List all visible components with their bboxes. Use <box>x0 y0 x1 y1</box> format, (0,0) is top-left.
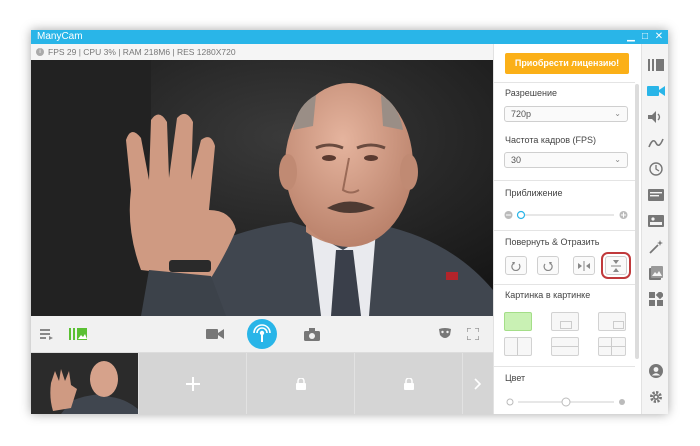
resolution-value: 720p <box>511 109 532 119</box>
flip-horizontal-icon <box>578 260 590 271</box>
rotate-right-button[interactable] <box>537 256 559 275</box>
flip-vertical-button[interactable] <box>601 252 631 279</box>
sources-strip <box>31 353 493 414</box>
chevron-down-icon: ⌄ <box>614 155 621 164</box>
rotate-right-icon <box>543 261 553 271</box>
fps-label: Частота кадров (FPS) <box>505 135 597 145</box>
video-tool-icon[interactable] <box>642 78 668 104</box>
pip-layout-corner[interactable] <box>598 312 626 331</box>
status-text: FPS 29 | CPU 3% | RAM 218M6 | RES 1280X7… <box>48 47 236 57</box>
pip-layout-split-horizontal[interactable] <box>551 337 579 356</box>
add-source-slot[interactable] <box>139 353 246 414</box>
fps-value: 30 <box>511 155 522 165</box>
locked-source-slot[interactable] <box>247 353 354 414</box>
source-thumbnail-active[interactable] <box>31 353 138 414</box>
flip-vertical-icon <box>611 259 621 272</box>
account-icon[interactable] <box>642 358 668 384</box>
effects-wand-icon[interactable] <box>642 234 668 260</box>
lock-icon <box>295 377 306 390</box>
widgets-tool-icon[interactable] <box>642 286 668 312</box>
close-button[interactable]: ✕ <box>652 30 666 44</box>
flip-horizontal-button[interactable] <box>573 256 595 275</box>
rotate-flip-label: Повернуть & Отразить <box>505 237 600 247</box>
masks-icon[interactable] <box>435 316 455 352</box>
color-label: Цвет <box>505 373 526 383</box>
presets-icon[interactable] <box>67 316 89 352</box>
resolution-label: Разрешение <box>505 88 557 98</box>
panel-scrollbar[interactable] <box>635 84 639 359</box>
zoom-label: Приближение <box>505 188 563 198</box>
resolution-select[interactable]: 720p ⌄ <box>504 106 628 122</box>
maximize-button[interactable]: □ <box>638 30 652 44</box>
pip-layout-full[interactable] <box>504 312 532 331</box>
playlist-icon[interactable] <box>38 316 56 352</box>
audio-tool-icon[interactable] <box>642 104 668 130</box>
manycam-window: ManyCam ▁ □ ✕ i FPS 29 | CPU 3% | RAM 21… <box>31 30 668 414</box>
info-icon: i <box>36 48 44 56</box>
chevron-down-icon: ⌄ <box>614 109 621 118</box>
zoom-slider[interactable] <box>504 208 628 220</box>
broadcast-button[interactable] <box>247 316 277 352</box>
control-bar <box>31 316 493 353</box>
window-title: ManyCam <box>37 31 83 42</box>
title-bar: ManyCam ▁ □ ✕ <box>31 30 668 44</box>
text-overlay-tool-icon[interactable] <box>642 182 668 208</box>
next-sources-chevron-icon[interactable] <box>463 353 493 414</box>
gear-icon[interactable] <box>642 384 668 410</box>
drawing-tool-icon[interactable] <box>642 130 668 156</box>
buy-license-button[interactable]: Приобрести лицензию! <box>505 53 629 74</box>
locked-source-slot[interactable] <box>355 353 462 414</box>
rotate-left-icon <box>511 261 521 271</box>
lock-icon <box>403 377 414 390</box>
lower-thirds-tool-icon[interactable] <box>642 208 668 234</box>
zoom-slider-handle <box>516 210 526 220</box>
tools-sidebar <box>641 44 668 414</box>
clock-tool-icon[interactable] <box>642 156 668 182</box>
snapshot-camera-icon[interactable] <box>302 316 322 352</box>
video-preview[interactable] <box>31 60 493 316</box>
camera-feed-image <box>31 60 493 316</box>
pip-layout-grid[interactable] <box>598 337 626 356</box>
pip-layout-bottom-small[interactable] <box>551 312 579 331</box>
status-bar: i FPS 29 | CPU 3% | RAM 218M6 | RES 1280… <box>31 44 493 60</box>
pip-label: Картинка в картинке <box>505 290 591 300</box>
video-camera-icon[interactable] <box>204 316 226 352</box>
brightness-slider[interactable] <box>504 395 628 409</box>
fps-select[interactable]: 30 ⌄ <box>504 152 628 168</box>
fullscreen-icon[interactable] <box>463 316 483 352</box>
presets-tool-icon[interactable] <box>642 52 668 78</box>
image-overlay-tool-icon[interactable] <box>642 260 668 286</box>
minimize-button[interactable]: ▁ <box>624 30 638 44</box>
settings-panel: Приобрести лицензию! Разрешение 720p ⌄ Ч… <box>493 44 642 414</box>
pip-layout-split-vertical[interactable] <box>504 337 532 356</box>
rotate-left-button[interactable] <box>505 256 527 275</box>
